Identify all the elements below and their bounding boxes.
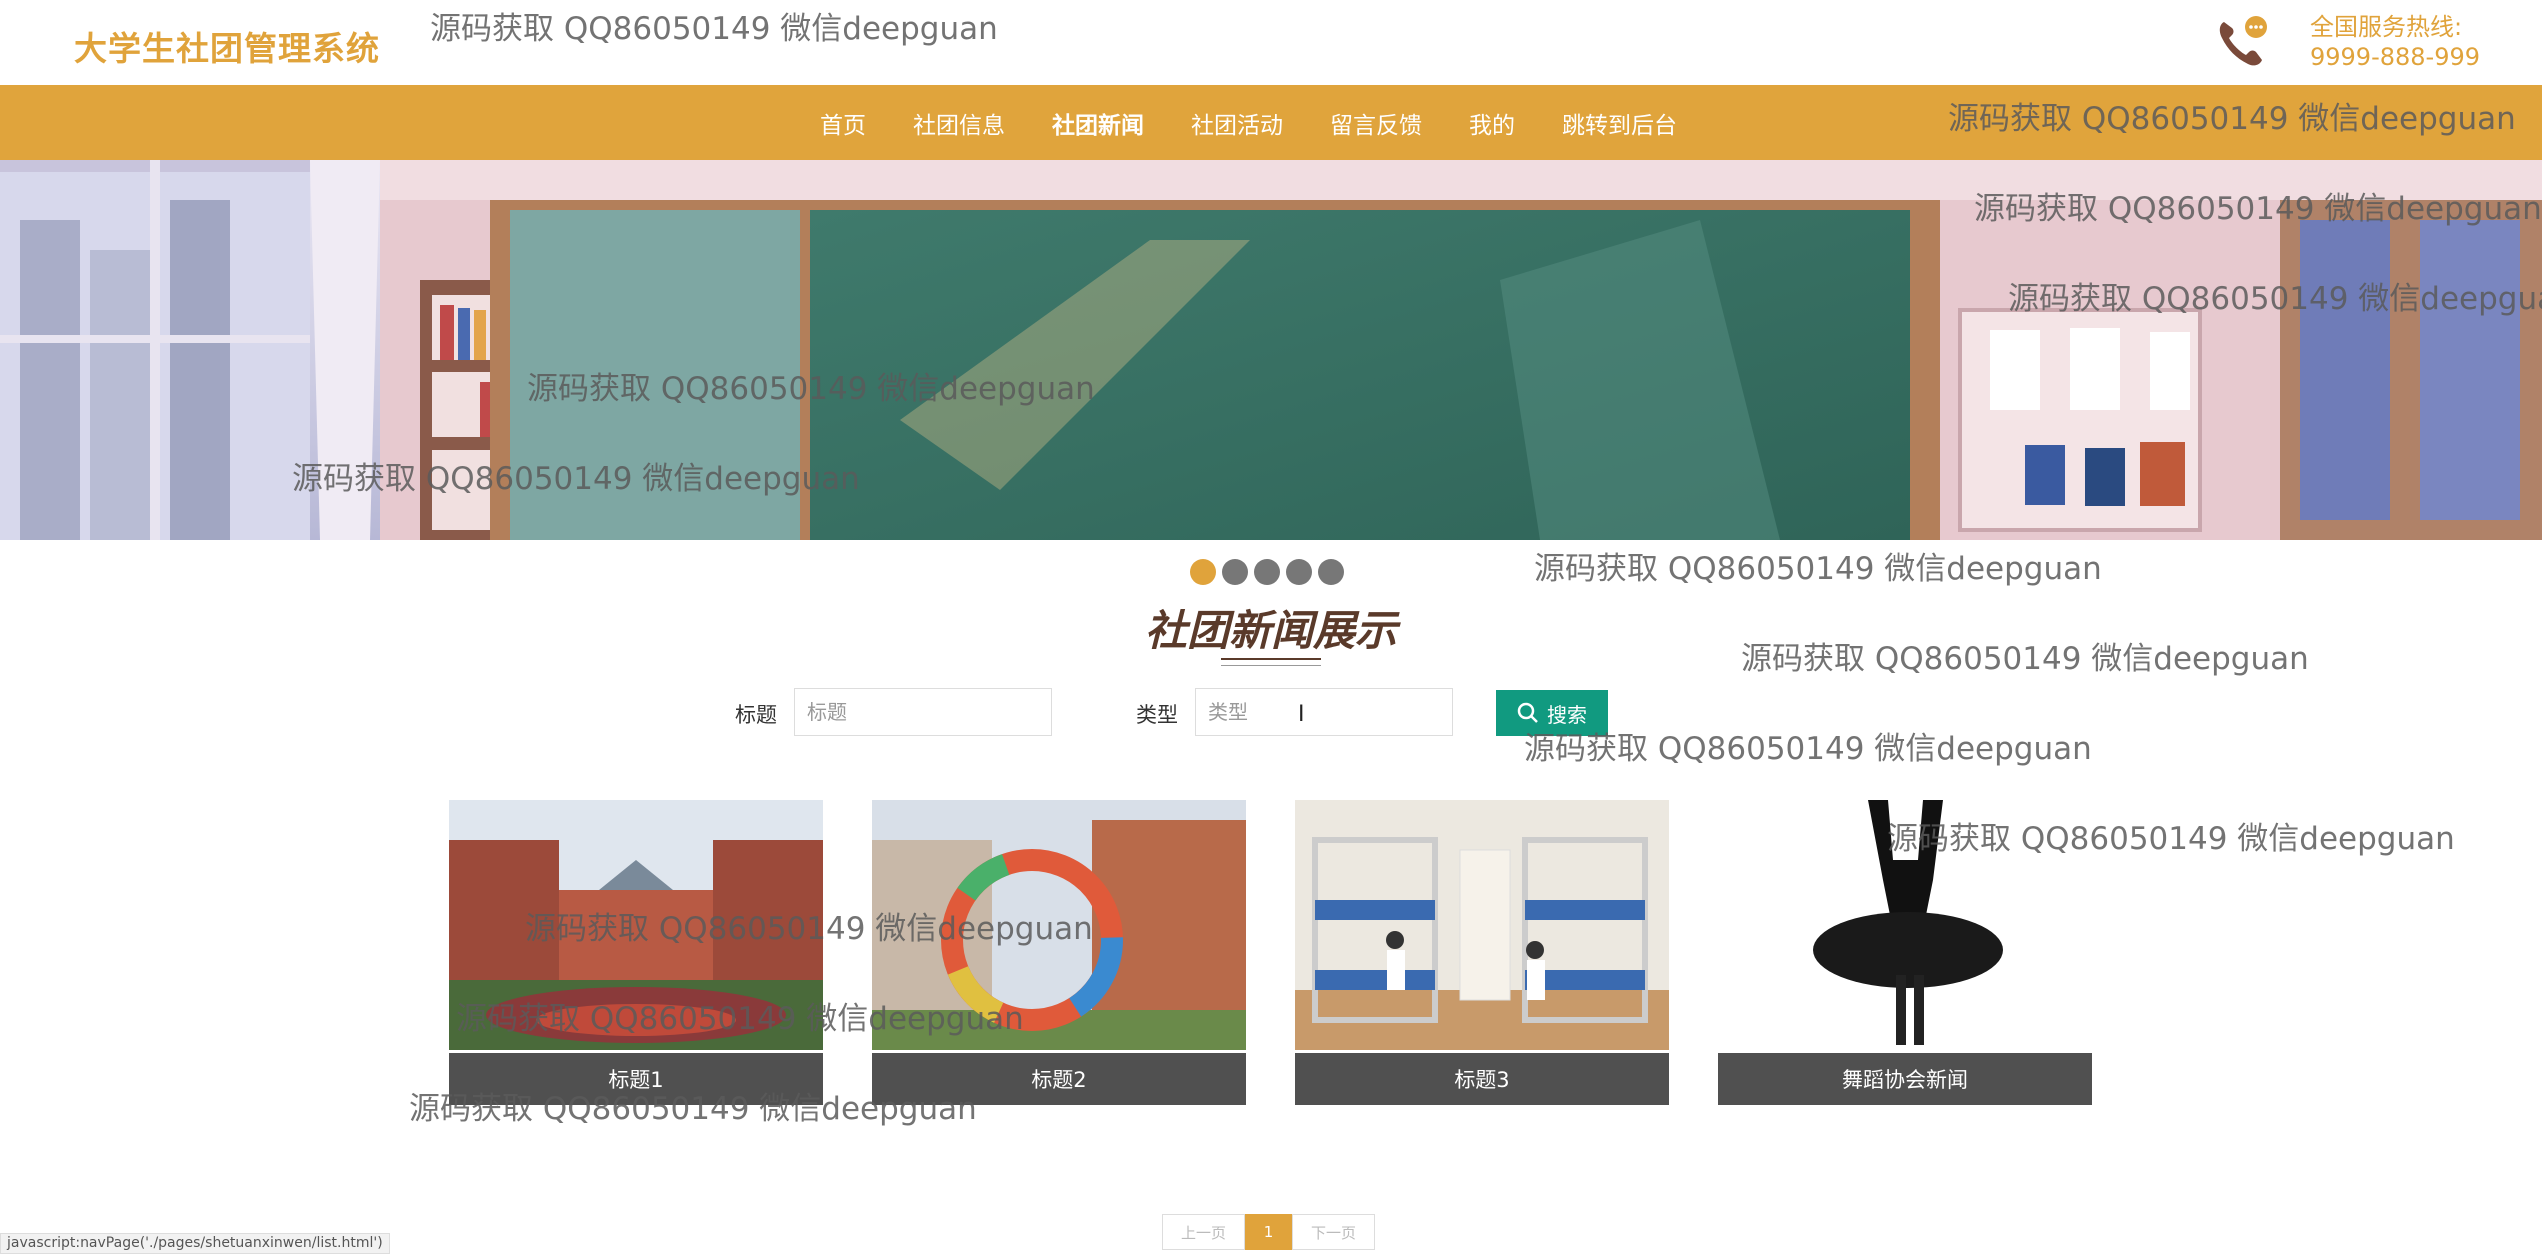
carousel-dot-3[interactable] (1254, 559, 1280, 585)
watermark: 源码获取 QQ86050149 微信deepguan (1534, 551, 2102, 587)
news-card[interactable]: 舞蹈协会新闻 (1718, 800, 2092, 1105)
type-input[interactable] (1195, 688, 1453, 736)
search-button-label: 搜索 (1547, 702, 1587, 727)
nav-feedback[interactable]: 留言反馈 (1330, 106, 1422, 140)
nav-home[interactable]: 首页 (820, 106, 866, 140)
main-nav: 首页 社团信息 社团新闻 社团活动 留言反馈 我的 跳转到后台 (0, 85, 2542, 160)
nav-admin[interactable]: 跳转到后台 (1562, 106, 1677, 140)
classroom-banner-image (0, 160, 2542, 540)
news-card-caption: 标题2 (872, 1053, 1246, 1105)
title-input[interactable] (794, 688, 1052, 736)
news-card-image (449, 800, 823, 1050)
hotline: 全国服务热线: 9999-888-999 (2310, 12, 2480, 72)
carousel-dot-4[interactable] (1286, 559, 1312, 585)
phone-icon (2219, 16, 2267, 66)
carousel-dot-1[interactable] (1190, 559, 1216, 585)
news-card[interactable]: 标题3 (1295, 800, 1669, 1105)
carousel-dot-5[interactable] (1318, 559, 1344, 585)
news-card-caption: 标题3 (1295, 1053, 1669, 1105)
section-title: 社团新闻展示 (1144, 606, 1397, 655)
title-label: 标题 (735, 703, 777, 727)
news-card-image (1718, 800, 2092, 1050)
news-card[interactable]: 标题1 (449, 800, 823, 1105)
page-number-button[interactable]: 1 (1245, 1214, 1292, 1250)
type-label: 类型 (1136, 703, 1178, 727)
news-card-caption: 标题1 (449, 1053, 823, 1105)
watermark: 源码获取 QQ86050149 微信deepguan (1524, 731, 2092, 767)
pagination: 上一页 1 下一页 (1162, 1214, 1375, 1250)
prev-page-button[interactable]: 上一页 (1162, 1214, 1245, 1250)
title-divider-thin (1221, 665, 1321, 666)
nav-club-news[interactable]: 社团新闻 (1052, 106, 1144, 140)
hotline-label: 全国服务热线: (2310, 13, 2463, 41)
hotline-number: 9999-888-999 (2310, 43, 2481, 71)
top-header: 大学生社团管理系统 全国服务热线: 9999-888-999 (0, 0, 2542, 85)
banner-carousel[interactable] (0, 160, 2542, 540)
nav-club-activities[interactable]: 社团活动 (1191, 106, 1283, 140)
search-icon (1517, 702, 1538, 723)
nav-mine[interactable]: 我的 (1469, 106, 1515, 140)
text-cursor-icon: I (1298, 702, 1305, 727)
title-divider (1221, 658, 1321, 660)
site-logo[interactable]: 大学生社团管理系统 (74, 22, 380, 70)
carousel-dots (1190, 559, 1350, 585)
news-card-caption: 舞蹈协会新闻 (1718, 1053, 2092, 1105)
news-card-image (1295, 800, 1669, 1050)
status-bar-url: javascript:navPage('./pages/shetuanxinwe… (0, 1233, 390, 1254)
search-button[interactable]: 搜索 (1496, 690, 1608, 736)
carousel-dot-2[interactable] (1222, 559, 1248, 585)
next-page-button[interactable]: 下一页 (1292, 1214, 1375, 1250)
nav-club-info[interactable]: 社团信息 (913, 106, 1005, 140)
news-card-image (872, 800, 1246, 1050)
news-card[interactable]: 标题2 (872, 800, 1246, 1105)
